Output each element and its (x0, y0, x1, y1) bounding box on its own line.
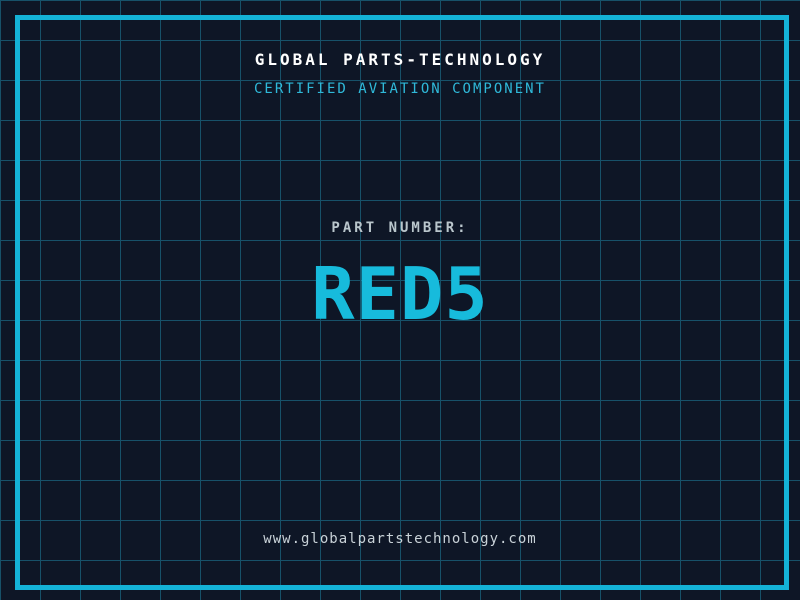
part-number-label: PART NUMBER: (331, 220, 469, 236)
certificate-page: { "theme": { "background": "#0e1626", "g… (0, 0, 800, 600)
certification-subtitle: CERTIFIED AVIATION COMPONENT (253, 81, 546, 97)
website-url: www.globalpartstechnology.com (263, 531, 537, 547)
company-title: GLOBAL PARTS-TECHNOLOGY (254, 50, 546, 69)
part-number-value: RED5 (311, 252, 489, 336)
